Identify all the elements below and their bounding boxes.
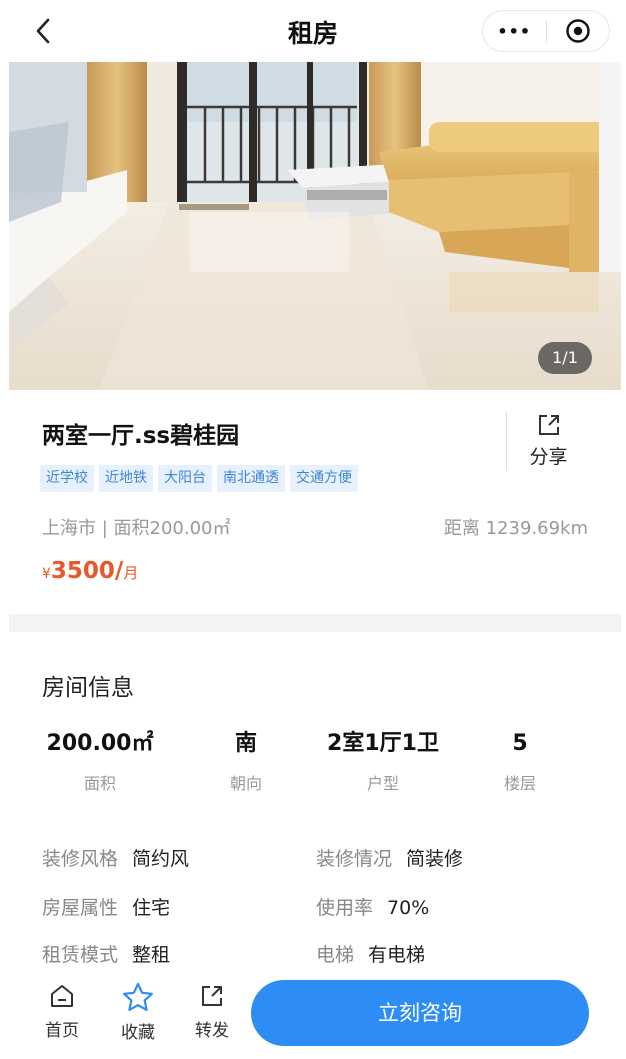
share-button[interactable]: 分享	[506, 412, 590, 470]
listing-distance: 距离 1239.69km	[443, 518, 588, 539]
listing-meta: 上海市 | 面积200.00㎡	[42, 518, 231, 539]
feature-tag: 交通方便	[290, 465, 358, 492]
nav-header: 租房 •••	[0, 0, 626, 62]
miniprogram-capsule: •••	[482, 10, 610, 52]
feature-tag: 大阳台	[158, 465, 212, 492]
share-icon	[538, 415, 559, 435]
attr-label: 房屋属性	[42, 897, 119, 919]
close-miniprogram-button[interactable]	[547, 10, 610, 52]
stat-orientation: 南 朝向	[176, 728, 316, 794]
forward-label: 转发	[195, 1021, 229, 1041]
stat-value: 南	[234, 731, 257, 756]
favorite-label: 收藏	[121, 1023, 155, 1043]
bottom-action-bar: 首页 收藏 转发 立刻咨询	[0, 976, 626, 1059]
attr-label: 租赁模式	[42, 944, 119, 966]
attr-elevator: 电梯 有电梯	[316, 940, 425, 970]
target-circle-icon	[566, 19, 590, 43]
room-info-title: 房间信息	[42, 675, 134, 701]
feature-tag: 近学校	[40, 465, 94, 492]
forward-button[interactable]: 转发	[190, 982, 234, 1041]
more-dots-icon: •••	[497, 21, 532, 41]
stat-label: 面积	[83, 774, 116, 793]
listing-price: ¥3500/月	[42, 558, 138, 584]
attr-label: 装修风格	[42, 848, 119, 870]
attr-value: 有电梯	[368, 944, 426, 966]
attr-value: 整租	[132, 944, 171, 966]
attr-label: 装修情况	[316, 848, 393, 870]
attr-value: 住宅	[132, 897, 171, 919]
home-icon	[51, 985, 73, 1007]
attr-usage-rate: 使用率 70%	[316, 893, 429, 923]
attr-decoration-style: 装修风格 简约风	[42, 844, 189, 874]
stat-label: 朝向	[229, 774, 262, 793]
consult-button[interactable]: 立刻咨询	[251, 980, 589, 1046]
stat-area: 200.00㎡ 面积	[30, 728, 170, 794]
favorite-button[interactable]: 收藏	[116, 982, 160, 1043]
price-unit: 月	[123, 564, 139, 582]
listing-title: 两室一厅.ss碧桂园	[42, 423, 240, 449]
home-label: 首页	[45, 1021, 79, 1041]
share-label: 分享	[529, 446, 568, 468]
feature-tags: 近学校 近地铁 大阳台 南北通透 交通方便	[40, 465, 358, 492]
stat-value: 5	[512, 731, 528, 756]
attr-rental-mode: 租赁模式 整租	[42, 940, 170, 970]
attr-label: 电梯	[316, 944, 355, 966]
stat-value: 2室1厅1卫	[327, 731, 439, 756]
more-button[interactable]: •••	[483, 10, 546, 52]
price-currency: ¥	[42, 566, 51, 582]
stat-label: 楼层	[503, 774, 536, 793]
stat-label: 户型	[366, 774, 399, 793]
room-stats: 200.00㎡ 面积 南 朝向 2室1厅1卫 户型 5 楼层	[30, 728, 590, 798]
forward-icon	[202, 986, 222, 1006]
stat-value: 200.00㎡	[46, 731, 154, 756]
price-amount: 3500/	[50, 558, 124, 584]
stat-layout: 2室1厅1卫 户型	[313, 728, 453, 794]
photo-counter: 1/1	[538, 342, 592, 374]
star-icon	[123, 982, 153, 1011]
attr-label: 使用率	[316, 897, 374, 919]
home-button[interactable]: 首页	[40, 982, 84, 1041]
listing-photo[interactable]	[9, 62, 621, 390]
attr-value: 70%	[387, 897, 430, 919]
attr-value: 简约风	[132, 848, 190, 870]
living-room-image	[9, 62, 621, 390]
feature-tag: 近地铁	[99, 465, 153, 492]
attr-value: 简装修	[406, 848, 464, 870]
attr-property-type: 房屋属性 住宅	[42, 893, 170, 923]
stat-floor: 5 楼层	[450, 728, 590, 794]
feature-tag: 南北通透	[217, 465, 285, 492]
section-divider	[9, 614, 621, 632]
attr-decoration-condition: 装修情况 简装修	[316, 844, 463, 874]
